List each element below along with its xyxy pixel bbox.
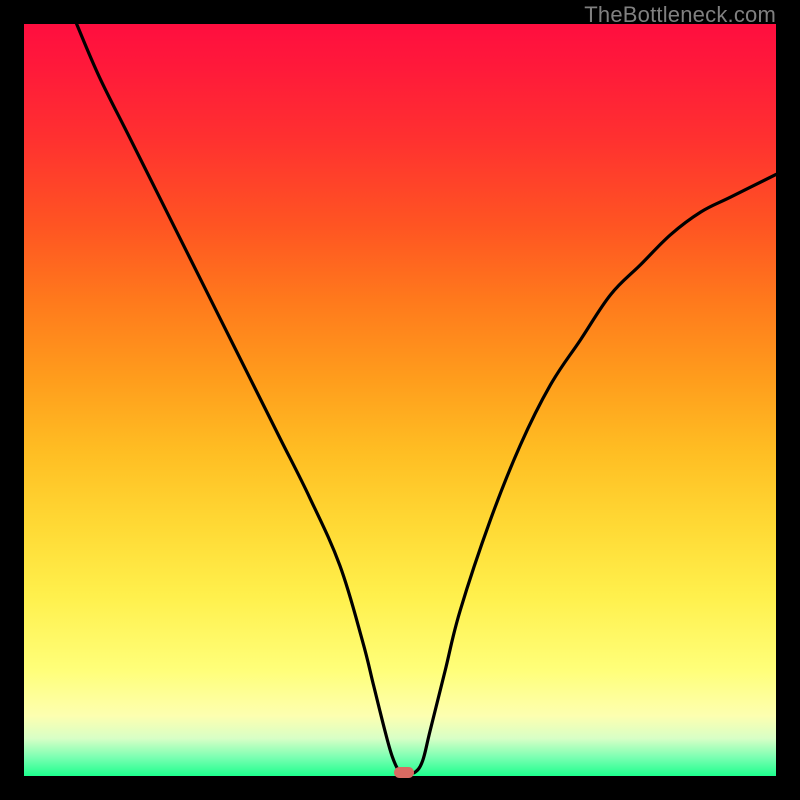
- bottleneck-curve: [24, 24, 776, 776]
- chart-frame: TheBottleneck.com: [0, 0, 800, 800]
- plot-area: [24, 24, 776, 776]
- optimal-point-marker: [394, 767, 414, 778]
- watermark-text: TheBottleneck.com: [584, 2, 776, 28]
